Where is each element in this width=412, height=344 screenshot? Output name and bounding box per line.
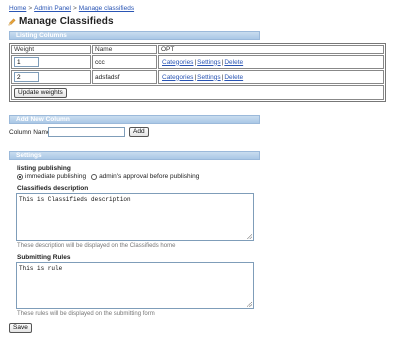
opt-separator: | — [194, 73, 197, 81]
categories-link[interactable]: Categories — [162, 59, 193, 66]
opt-cell: Categories|Settings|Delete — [158, 70, 384, 84]
listing-columns-table: Weight Name OPT ccc Categories|Settings|… — [9, 43, 386, 102]
opt-cell: Categories|Settings|Delete — [158, 55, 384, 69]
rules-hint: These rules will be displayed on the sub… — [17, 311, 155, 317]
description-hint: These description will be displayed on t… — [17, 243, 176, 249]
section-header-listing-columns: Listing Columns — [9, 31, 260, 40]
update-cell: Update weights — [11, 85, 384, 100]
opt-separator: | — [194, 58, 197, 66]
rules-text: This is rule — [19, 265, 63, 272]
weight-cell — [11, 70, 91, 84]
radio-label-immediate: immediate publishing — [25, 173, 87, 180]
breadcrumb-home-link[interactable]: Home — [9, 5, 26, 12]
radio-admin-approval[interactable] — [91, 173, 98, 180]
table-footer-row: Update weights — [11, 85, 384, 100]
page-header: Manage Classifieds — [8, 16, 114, 27]
listing-publishing-label: listing publishing — [17, 165, 71, 172]
classifieds-description-label: Classifieds description — [17, 185, 89, 192]
delete-link[interactable]: Delete — [224, 74, 243, 81]
table-row: ccc Categories|Settings|Delete — [11, 55, 384, 69]
breadcrumb-manage-classifieds-link[interactable]: Manage classifieds — [79, 5, 134, 12]
radio-immediate-publishing[interactable] — [17, 173, 23, 180]
categories-link[interactable]: Categories — [162, 74, 193, 81]
update-weights-button[interactable]: Update weights — [14, 87, 67, 98]
settings-link[interactable]: Settings — [197, 59, 221, 66]
settings-link[interactable]: Settings — [197, 74, 221, 81]
section-header-settings: Settings — [9, 151, 260, 160]
page-title: Manage Classifieds — [19, 16, 114, 27]
breadcrumb-admin-panel-link[interactable]: Admin Panel — [34, 5, 71, 12]
section-header-add-new-column: Add New Column — [9, 115, 260, 124]
resize-grip-icon[interactable] — [247, 234, 252, 239]
table-header-row: Weight Name OPT — [11, 45, 384, 54]
column-header-weight: Weight — [11, 45, 91, 54]
radio-label-admin-approval: admin's approval before publishing — [99, 173, 200, 180]
add-column-button[interactable]: Add — [129, 127, 149, 137]
pencil-icon — [8, 17, 16, 26]
column-name-label: Column Name: — [9, 129, 53, 136]
classifieds-description-textarea[interactable]: This is Classifieds description — [16, 193, 254, 241]
resize-grip-icon[interactable] — [247, 302, 252, 307]
weight-input[interactable] — [14, 57, 39, 67]
name-cell: ccc — [92, 55, 157, 69]
description-text: This is Classifieds description — [19, 196, 131, 203]
submitting-rules-textarea[interactable]: This is rule — [16, 262, 254, 309]
save-button[interactable]: Save — [9, 323, 32, 333]
delete-link[interactable]: Delete — [224, 59, 243, 66]
publishing-options: immediate publishing admin's approval be… — [17, 173, 199, 180]
submitting-rules-label: Submitting Rules — [17, 254, 71, 261]
name-cell: adsfadsf — [92, 70, 157, 84]
weight-cell — [11, 55, 91, 69]
table-row: adsfadsf Categories|Settings|Delete — [11, 70, 384, 84]
weight-input[interactable] — [14, 72, 39, 82]
breadcrumb: Home > Admin Panel > Manage classifieds — [9, 5, 134, 12]
column-header-name: Name — [92, 45, 157, 54]
breadcrumb-separator: > — [73, 5, 77, 12]
column-header-opt: OPT — [158, 45, 384, 54]
breadcrumb-separator: > — [28, 5, 33, 12]
column-name-input[interactable] — [48, 127, 125, 137]
